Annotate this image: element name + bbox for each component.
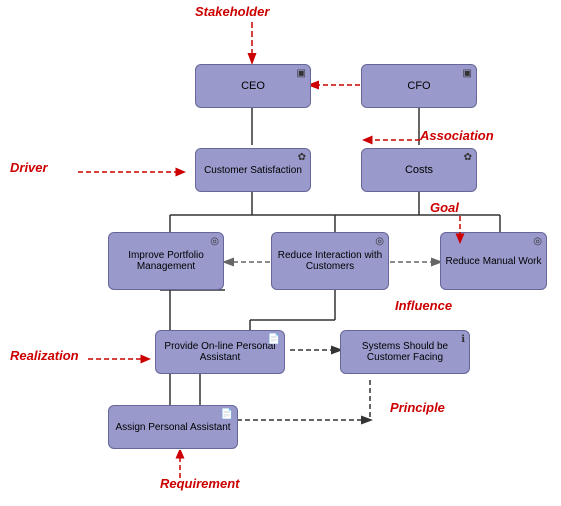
cfo-node[interactable]: CFO ▣ bbox=[361, 64, 477, 108]
cfo-icon: ▣ bbox=[463, 68, 472, 79]
association-label: Association bbox=[420, 128, 494, 143]
ceo-icon: ▣ bbox=[297, 68, 306, 79]
costs-icon: ✿ bbox=[464, 152, 472, 163]
costs-node[interactable]: Costs ✿ bbox=[361, 148, 477, 192]
provide-online-node[interactable]: Provide On-line Personal Assistant 📄 bbox=[155, 330, 285, 374]
association-arrow bbox=[360, 133, 425, 147]
ceo-label: CEO bbox=[241, 80, 265, 92]
systems-should-label: Systems Should be Customer Facing bbox=[341, 341, 469, 363]
stakeholder-label: Stakeholder bbox=[195, 4, 269, 19]
realization-label: Realization bbox=[10, 348, 79, 363]
reduce-interaction-icon: ◎ bbox=[375, 236, 384, 247]
customer-satisfaction-node[interactable]: Customer Satisfaction ✿ bbox=[195, 148, 311, 192]
driver-label: Driver bbox=[10, 160, 48, 175]
systems-should-icon: ℹ bbox=[461, 334, 465, 345]
ceo-node[interactable]: CEO ▣ bbox=[195, 64, 311, 108]
improve-portfolio-icon: ◎ bbox=[210, 236, 219, 247]
reduce-interaction-node[interactable]: Reduce Interaction with Customers ◎ bbox=[271, 232, 389, 290]
provide-online-label: Provide On-line Personal Assistant bbox=[156, 341, 284, 363]
goal-label: Goal bbox=[430, 200, 459, 215]
cfo-label: CFO bbox=[407, 80, 430, 92]
improve-portfolio-label: Improve Portfolio Management bbox=[109, 250, 223, 272]
customer-satisfaction-label: Customer Satisfaction bbox=[204, 165, 302, 176]
requirement-arrow bbox=[170, 450, 190, 480]
goal-arrow bbox=[450, 216, 470, 246]
reduce-interaction-label: Reduce Interaction with Customers bbox=[272, 250, 388, 272]
costs-label: Costs bbox=[405, 164, 433, 176]
improve-portfolio-node[interactable]: Improve Portfolio Management ◎ bbox=[108, 232, 224, 290]
assign-personal-node[interactable]: Assign Personal Assistant 📄 bbox=[108, 405, 238, 449]
driver-arrow bbox=[78, 162, 190, 182]
assign-personal-icon: 📄 bbox=[221, 409, 233, 420]
reduce-manual-icon: ◎ bbox=[533, 236, 542, 247]
principle-label: Principle bbox=[390, 400, 445, 415]
influence-label: Influence bbox=[395, 298, 452, 313]
customer-satisfaction-icon: ✿ bbox=[298, 152, 306, 163]
diagram-container: Stakeholder CEO ▣ CFO ▣ Customer Satisfa… bbox=[0, 0, 561, 506]
reduce-manual-label: Reduce Manual Work bbox=[446, 256, 542, 267]
assign-personal-label: Assign Personal Assistant bbox=[115, 422, 230, 433]
provide-online-icon: 📄 bbox=[268, 334, 280, 345]
realization-arrow bbox=[88, 352, 156, 366]
systems-should-node[interactable]: Systems Should be Customer Facing ℹ bbox=[340, 330, 470, 374]
